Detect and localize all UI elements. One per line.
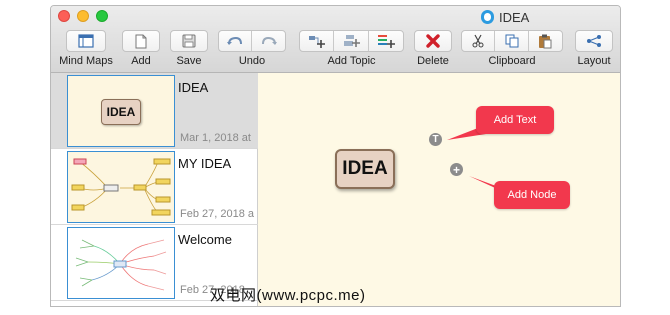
document-title: Welcome bbox=[178, 232, 232, 247]
add-topic-group bbox=[299, 30, 404, 52]
watermark: 双电网(www.pcpc.me) bbox=[210, 287, 366, 304]
add-topic-label: Add Topic bbox=[327, 55, 376, 67]
cut-button[interactable] bbox=[462, 31, 496, 51]
document-item-my-idea[interactable]: MY IDEA Feb 27, 2018 a bbox=[51, 149, 258, 225]
save-label: Save bbox=[176, 55, 202, 67]
document-title: MY IDEA bbox=[178, 156, 232, 171]
minimize-window-button[interactable] bbox=[77, 10, 89, 22]
document-thumbnail bbox=[67, 227, 175, 299]
add-node-callout: Add Node bbox=[494, 181, 570, 209]
document-item-idea[interactable]: IDEA IDEA Mar 1, 2018 at bbox=[51, 73, 258, 149]
scissors-icon bbox=[472, 34, 484, 48]
delete-button[interactable] bbox=[414, 30, 452, 52]
redo-button[interactable] bbox=[252, 31, 285, 51]
add-text-callout: Add Text bbox=[476, 106, 554, 134]
save-button[interactable] bbox=[170, 30, 208, 52]
layout-share-icon bbox=[587, 35, 601, 47]
close-window-button[interactable] bbox=[58, 10, 70, 22]
undo-redo-group bbox=[218, 30, 286, 52]
add-node-handle[interactable]: + bbox=[450, 163, 463, 176]
root-topic-node[interactable]: IDEA bbox=[335, 149, 395, 189]
sidebar-toggle-icon bbox=[78, 34, 94, 48]
mind-maps-label: Mind Maps bbox=[59, 55, 113, 67]
floppy-disk-icon bbox=[182, 34, 196, 48]
thumbnail-root-node: IDEA bbox=[101, 99, 141, 125]
add-sibling-topic-button[interactable] bbox=[334, 31, 369, 51]
layout-label: Layout bbox=[577, 55, 611, 67]
delete-label: Delete bbox=[417, 55, 449, 67]
mind-map-preview bbox=[75, 239, 167, 291]
add-sibling-topic-icon bbox=[344, 35, 361, 47]
app-icon bbox=[481, 10, 494, 24]
title-toolbar: IDEA Mind Maps Add Save Undo Add Topic D… bbox=[51, 6, 620, 73]
new-document-icon bbox=[135, 34, 147, 48]
delete-x-icon bbox=[426, 34, 440, 48]
document-title: IDEA bbox=[178, 80, 209, 95]
copy-button[interactable] bbox=[495, 31, 529, 51]
add-text-handle[interactable]: T bbox=[429, 133, 442, 146]
undo-arrow-icon bbox=[227, 36, 242, 45]
document-thumbnail: IDEA bbox=[67, 75, 175, 147]
add-child-topic-icon bbox=[308, 36, 325, 48]
paste-clipboard-icon bbox=[539, 34, 552, 48]
undo-button[interactable] bbox=[219, 31, 253, 51]
layout-button[interactable] bbox=[575, 30, 613, 52]
add-button[interactable] bbox=[122, 30, 160, 52]
document-thumbnail bbox=[67, 151, 175, 223]
mind-maps-button[interactable] bbox=[66, 30, 106, 52]
document-date: Feb 27, 2018 a bbox=[180, 208, 255, 220]
copy-icon bbox=[505, 34, 519, 48]
window-title: IDEA bbox=[481, 9, 529, 25]
document-date: Mar 1, 2018 at bbox=[180, 132, 251, 144]
zoom-window-button[interactable] bbox=[96, 10, 108, 22]
mind-map-list: IDEA IDEA Mar 1, 2018 at MY IDEA Feb 27,… bbox=[51, 73, 258, 306]
add-label: Add bbox=[131, 55, 151, 67]
add-subtopics-button[interactable] bbox=[369, 31, 403, 51]
clipboard-group bbox=[461, 30, 563, 52]
clipboard-label: Clipboard bbox=[488, 55, 536, 67]
redo-arrow-icon bbox=[261, 36, 277, 45]
mind-map-preview bbox=[71, 158, 171, 216]
undo-label: Undo bbox=[238, 55, 266, 67]
list-topics-icon bbox=[377, 35, 395, 48]
window-title-text: IDEA bbox=[499, 9, 530, 25]
add-child-topic-button[interactable] bbox=[300, 31, 335, 51]
paste-button[interactable] bbox=[529, 31, 562, 51]
